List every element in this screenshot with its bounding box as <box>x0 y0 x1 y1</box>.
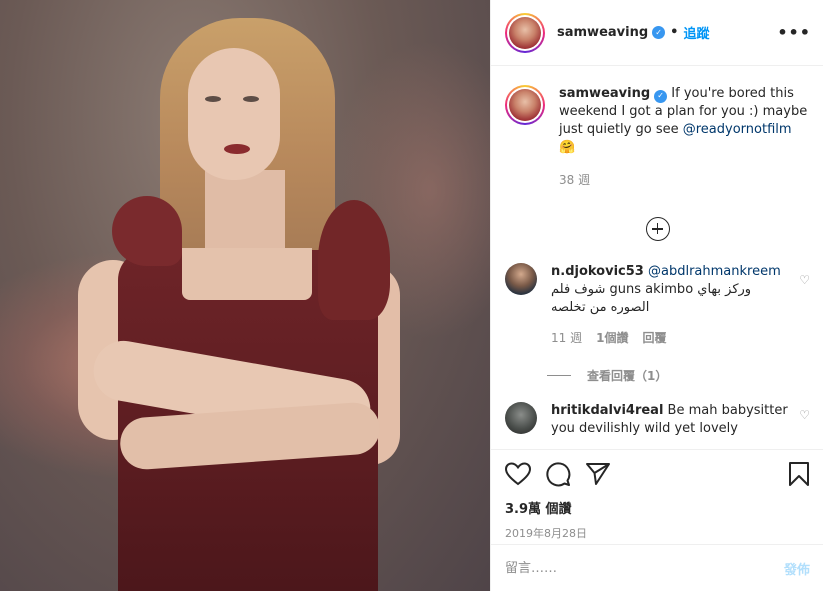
more-options-icon[interactable]: ••• <box>777 23 811 42</box>
photo-ruffle-left <box>112 196 182 266</box>
comment-username[interactable]: hritikdalvi4real <box>551 403 663 418</box>
action-icons-row <box>505 458 810 490</box>
comment-like-heart-icon[interactable]: ♡ <box>799 408 810 422</box>
photo-lips <box>224 144 250 154</box>
like-count[interactable]: 3.9萬 個讚 <box>505 498 810 517</box>
avatar-image <box>509 16 541 49</box>
comment-username[interactable]: n.djokovic53 <box>551 264 644 279</box>
heart-icon[interactable] <box>505 462 531 486</box>
post-comment-button[interactable]: 發佈 <box>784 559 810 578</box>
plus-circle-icon[interactable] <box>645 217 670 241</box>
comment-item: hritikdalvi4real Be mah babysitter you d… <box>505 402 810 438</box>
caption-age: 38 週 <box>559 173 591 187</box>
post-actions: 3.9萬 個讚 2019年8月28日 <box>491 449 823 541</box>
hug-emoji: 🤗 <box>559 140 576 155</box>
post-photo[interactable] <box>0 0 490 591</box>
comment-icon[interactable] <box>545 461 571 487</box>
bookmark-icon[interactable] <box>788 461 810 487</box>
post-modal: samweaving ✓ • 追蹤 ••• samweaving ✓ If you… <box>0 0 823 591</box>
photo-face <box>188 48 280 180</box>
post-header: samweaving ✓ • 追蹤 ••• <box>491 0 823 66</box>
separator-dot: • <box>670 25 679 40</box>
caption-username[interactable]: samweaving <box>559 86 650 101</box>
follow-button[interactable]: 追蹤 <box>683 23 709 42</box>
caption-avatar[interactable] <box>505 85 545 125</box>
comment-likes[interactable]: 1個讚 <box>596 329 628 347</box>
photo-neckline <box>182 248 312 300</box>
photo-eye-right <box>243 96 259 102</box>
comment-input[interactable] <box>505 560 784 576</box>
verified-badge-icon: ✓ <box>652 26 666 39</box>
replies-divider <box>547 375 571 376</box>
commenter-avatar[interactable] <box>505 263 537 295</box>
author-username[interactable]: samweaving <box>557 25 648 40</box>
post-side-panel: samweaving ✓ • 追蹤 ••• samweaving ✓ If you… <box>490 0 823 591</box>
post-date[interactable]: 2019年8月28日 <box>505 525 810 541</box>
reply-button[interactable]: 回覆 <box>642 329 666 347</box>
comment-composer: 發佈 <box>491 544 823 591</box>
photo-eye-left <box>205 96 221 102</box>
comment-meta: 11 週 1個讚 回覆 <box>551 329 788 347</box>
view-replies-label: 查看回覆（1） <box>587 369 668 383</box>
author-avatar[interactable] <box>505 12 545 53</box>
comment-item: n.djokovic53 @abdlrahmankreem وركز بهاي … <box>505 263 810 347</box>
photo-neck <box>205 170 285 260</box>
caption-mention-link[interactable]: @readyornotfilm <box>683 122 792 137</box>
view-replies-button[interactable]: 查看回覆（1） <box>547 367 810 384</box>
comments-list[interactable]: samweaving ✓ If you're bored this weekend… <box>491 67 823 449</box>
caption: samweaving ✓ If you're bored this weekend… <box>505 85 810 189</box>
photo-ruffle-right <box>318 200 390 320</box>
comment-text: وركز بهاي guns akimbo شوف فلم الصوره من … <box>551 282 752 315</box>
comment-like-heart-icon[interactable]: ♡ <box>799 273 810 287</box>
comment-mention-link[interactable]: @abdlrahmankreem <box>648 264 781 279</box>
verified-badge-icon: ✓ <box>654 89 668 103</box>
commenter-avatar[interactable] <box>505 402 537 434</box>
comment-age: 11 週 <box>551 331 583 345</box>
paper-plane-icon[interactable] <box>585 462 611 486</box>
